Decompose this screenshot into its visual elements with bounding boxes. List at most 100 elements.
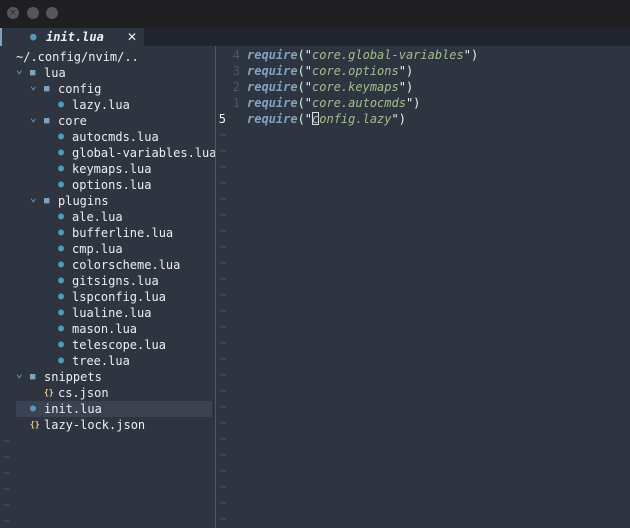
tree-item-label: bufferline.lua xyxy=(72,226,174,240)
tree-item-label: telescope.lua xyxy=(72,338,166,352)
empty-line-marker: ~ xyxy=(219,496,227,510)
code-line[interactable]: 2 require("core.keymaps") xyxy=(216,79,630,95)
code-line[interactable]: 3 require("core.options") xyxy=(216,63,630,79)
close-quote-paren: ") xyxy=(391,112,406,126)
tree-item-label: autocmds.lua xyxy=(72,130,159,144)
chevron-down-icon[interactable]: ⌄ xyxy=(16,366,23,382)
open-paren-quote: (" xyxy=(297,80,313,94)
tree-item-label: lspconfig.lua xyxy=(72,290,166,304)
line-number: 3 xyxy=(232,64,240,78)
empty-line-marker: ~ xyxy=(219,400,227,414)
window-close-button[interactable]: × xyxy=(7,7,19,19)
empty-line-marker: ~ xyxy=(3,450,11,464)
tree-file[interactable]: {} lazy-lock.json xyxy=(0,417,215,433)
chevron-down-icon[interactable]: ⌄ xyxy=(30,78,37,94)
lua-file-icon: ● xyxy=(58,99,65,110)
empty-line-marker: ~ xyxy=(219,368,227,382)
tree-item-label: cs.json xyxy=(58,386,109,400)
code-text: require("core.options") xyxy=(247,63,413,79)
tree-file[interactable]: ● colorscheme.lua xyxy=(0,257,215,273)
close-icon: × xyxy=(9,8,17,18)
text-cursor xyxy=(312,112,320,125)
module-string: core.autocmds xyxy=(312,96,406,110)
editor-pane[interactable]: 4 require("core.global-variables") 3 requir… xyxy=(216,46,630,528)
tree-file[interactable]: ● telescope.lua xyxy=(0,337,215,353)
keyword-require: require xyxy=(247,96,298,110)
nvim-window: × ● init.lua ✕ ~/.config/nvim/.. ⌄ ■ lua ⌄ ■… xyxy=(0,0,630,528)
code-line[interactable]: 5 require("config.lazy") xyxy=(216,111,630,127)
tree-item-label: tree.lua xyxy=(72,354,130,368)
window-maximize-button[interactable] xyxy=(46,7,58,19)
line-number: 1 xyxy=(232,96,240,110)
code-line[interactable]: 1 require("core.autocmds") xyxy=(216,95,630,111)
tree-item-label: mason.lua xyxy=(72,322,138,336)
lua-file-icon: ● xyxy=(30,403,37,414)
tree-file[interactable]: ● tree.lua xyxy=(0,353,215,369)
tree-file[interactable]: ● init.lua xyxy=(16,401,212,417)
line-number: 5 xyxy=(218,112,226,126)
tree-file[interactable]: ● lualine.lua xyxy=(0,305,215,321)
explorer-root[interactable]: ~/.config/nvim/.. xyxy=(0,49,215,65)
title-bar: × xyxy=(0,0,630,28)
empty-line-marker: ~ xyxy=(219,304,227,318)
lua-file-icon: ● xyxy=(58,291,65,302)
empty-line-marker: ~ xyxy=(219,480,227,494)
empty-line-marker: ~ xyxy=(219,224,227,238)
tree-file[interactable]: ● gitsigns.lua xyxy=(0,273,215,289)
tree-file[interactable]: ● keymaps.lua xyxy=(0,161,215,177)
code-text: require("config.lazy") xyxy=(247,111,406,127)
tree-file[interactable]: ● ale.lua xyxy=(0,209,215,225)
empty-line-marker: ~ xyxy=(219,192,227,206)
lua-file-icon: ● xyxy=(58,307,65,318)
tree-file[interactable]: ● bufferline.lua xyxy=(0,225,215,241)
empty-line-marker: ~ xyxy=(219,272,227,286)
tree-file[interactable]: {} cs.json xyxy=(0,385,215,401)
open-paren-quote: (" xyxy=(297,64,313,78)
tab-init-lua[interactable]: ● init.lua ✕ xyxy=(0,28,144,46)
folder-icon: ■ xyxy=(44,116,50,126)
tab-close-icon[interactable]: ✕ xyxy=(127,29,137,45)
file-explorer: ~/.config/nvim/.. ⌄ ■ lua ⌄ ■ config ● lazy.lua… xyxy=(0,46,217,528)
tree-folder[interactable]: ⌄ ■ core xyxy=(0,110,215,129)
tree-folder[interactable]: ⌄ ■ plugins xyxy=(0,190,215,209)
empty-line-marker: ~ xyxy=(219,384,227,398)
close-quote-paren: ") xyxy=(398,64,414,78)
window-minimize-button[interactable] xyxy=(27,7,39,19)
folder-icon: ■ xyxy=(44,84,50,94)
chevron-down-icon[interactable]: ⌄ xyxy=(30,110,37,126)
code-text: require("core.global-variables") xyxy=(247,47,478,63)
empty-line-marker: ~ xyxy=(3,482,11,496)
tree-item-label: keymaps.lua xyxy=(72,162,152,176)
lua-file-icon: ● xyxy=(58,243,65,254)
tree-folder[interactable]: ⌄ ■ snippets xyxy=(0,366,215,385)
tree-file[interactable]: ● cmp.lua xyxy=(0,241,215,257)
empty-line-marker: ~ xyxy=(219,352,227,366)
empty-line-marker: ~ xyxy=(219,240,227,254)
empty-line-marker: ~ xyxy=(219,336,227,350)
tree-file[interactable]: ● mason.lua xyxy=(0,321,215,337)
tree-file[interactable]: ● lspconfig.lua xyxy=(0,289,215,305)
lua-file-icon: ● xyxy=(58,131,65,142)
empty-line-marker: ~ xyxy=(3,514,11,528)
keyword-require: require xyxy=(247,112,298,126)
code-text: require("core.keymaps") xyxy=(247,79,413,95)
chevron-down-icon[interactable]: ⌄ xyxy=(16,62,23,78)
empty-line-marker: ~ xyxy=(219,208,227,222)
module-string: config.lazy xyxy=(312,112,392,126)
json-file-icon: {} xyxy=(30,420,40,429)
json-file-icon: {} xyxy=(44,388,54,397)
empty-line-marker: ~ xyxy=(219,432,227,446)
tree-file[interactable]: ● global-variables.lua xyxy=(0,145,217,161)
tree-item-label: lua xyxy=(44,66,66,80)
keyword-require: require xyxy=(247,64,298,78)
close-quote-paren: ") xyxy=(463,48,479,62)
folder-icon: ■ xyxy=(44,196,50,206)
code-line[interactable]: 4 require("core.global-variables") xyxy=(216,47,630,63)
tree-item-label: core xyxy=(58,114,87,128)
tree-folder[interactable]: ⌄ ■ config xyxy=(0,78,215,97)
tree-file[interactable]: ● autocmds.lua xyxy=(0,129,215,145)
tree-item-label: global-variables.lua xyxy=(72,146,217,160)
empty-line-marker: ~ xyxy=(3,498,11,512)
empty-line-marker: ~ xyxy=(219,416,227,430)
chevron-down-icon[interactable]: ⌄ xyxy=(30,190,37,206)
